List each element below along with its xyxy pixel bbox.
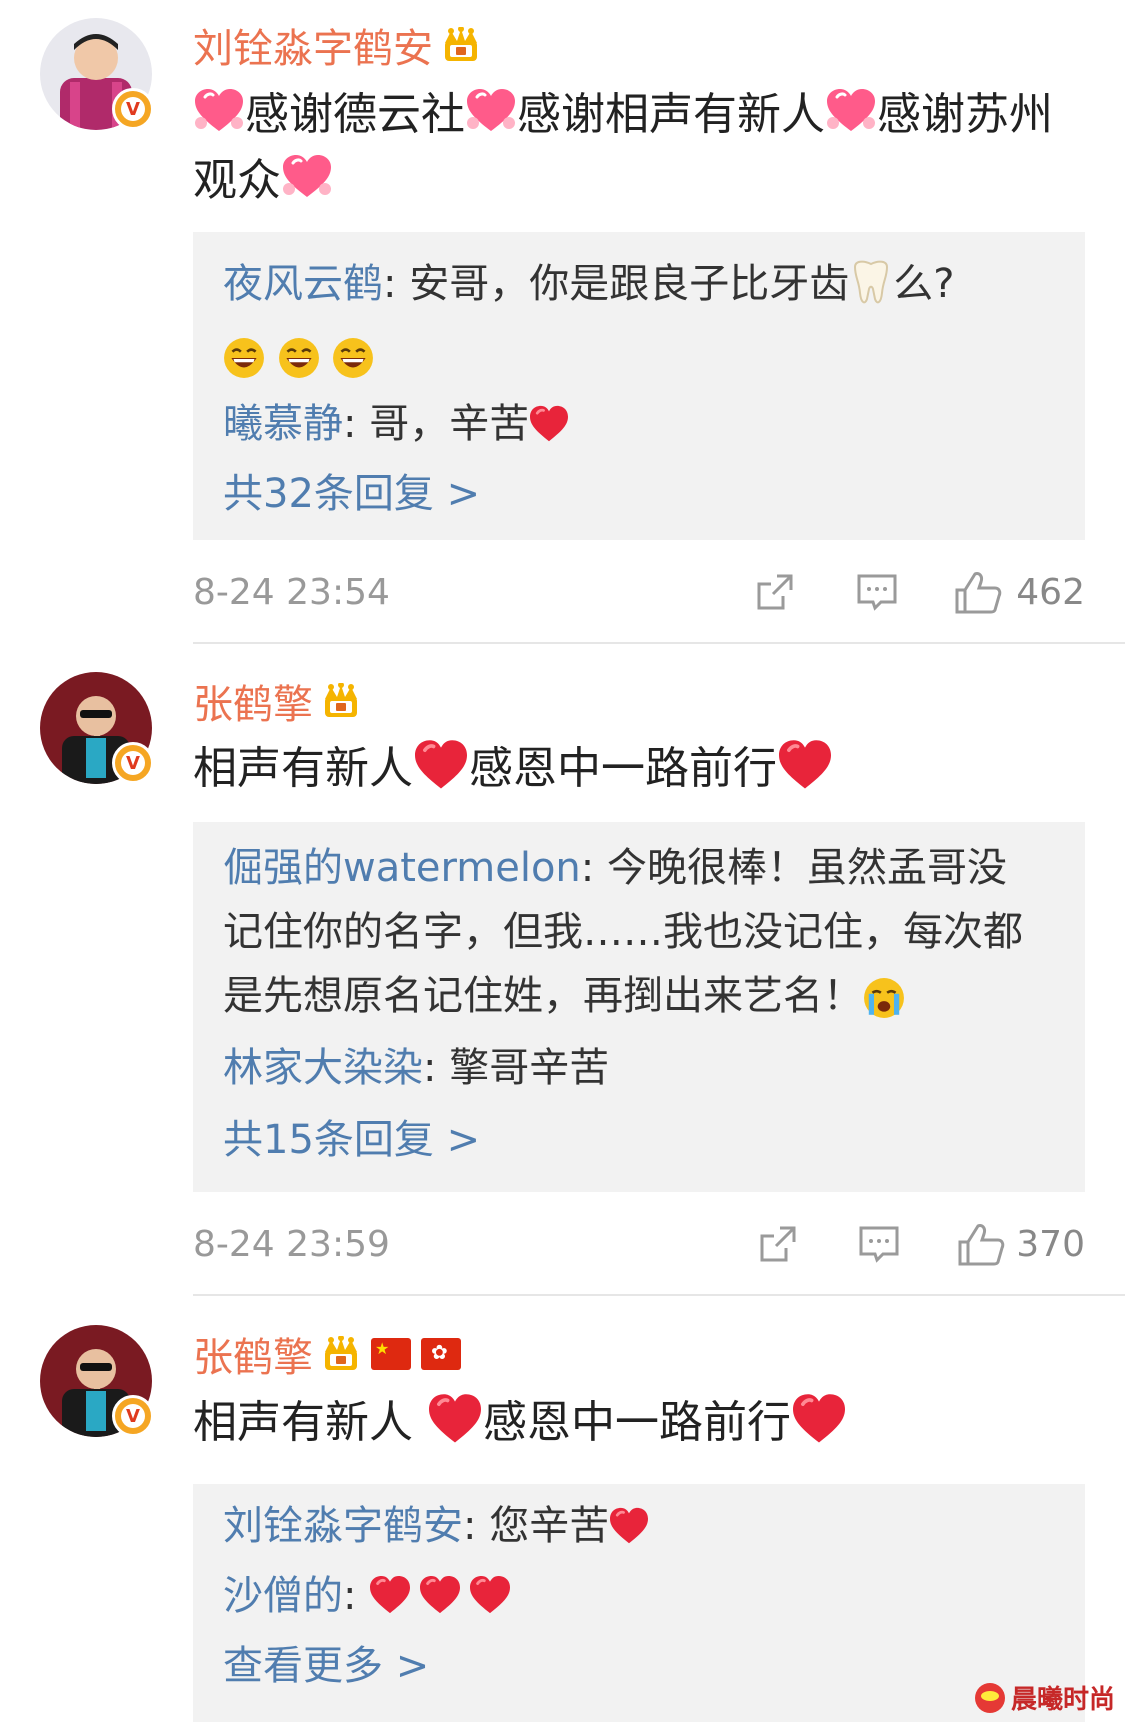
text-part: 感恩中一路前行: [483, 1397, 791, 1448]
laugh-icon: [332, 337, 375, 379]
like-count: 462: [1016, 572, 1085, 613]
heart-icon: [469, 1575, 512, 1615]
laugh-emoji-row: [223, 324, 1063, 388]
hk-flag-icon: [421, 1338, 461, 1370]
reply-item[interactable]: 曦慕静: 哥，辛苦: [223, 392, 1063, 456]
reply-item[interactable]: 刘铨淼字鹤安: 您辛苦: [223, 1494, 1063, 1558]
comment-icon[interactable]: [857, 1222, 901, 1266]
comment-text: 相声有新人 感恩中一路前行: [193, 1390, 1073, 1456]
china-flag-icon: [371, 1338, 411, 1370]
text-part: 感恩中一路前行: [469, 743, 777, 794]
reply-text: 是先想原名记住姓，再捯出来艺名！: [223, 973, 863, 1019]
reply-box[interactable]: 倔强的watermelon: 今晚很棒！虽然孟哥没 记住你的名字，但我……我也没…: [193, 822, 1085, 1192]
heart-icon: [413, 739, 469, 791]
reply-item[interactable]: 沙僧的:: [223, 1564, 1063, 1628]
verified-v-icon: V: [112, 742, 154, 784]
reply-item[interactable]: 夜风云鹤: 安哥，你是跟良子比牙齿 么?: [223, 252, 1063, 316]
watermark-text: 晨曦时尚: [1010, 1685, 1115, 1715]
reply-text-continued: 是先想原名记住姓，再捯出来艺名！: [223, 964, 1063, 1028]
reply-text: : 今晚很棒！虽然孟哥没: [580, 845, 1007, 891]
timestamp: 8-24 23:59: [193, 1224, 390, 1265]
reply-text-continued: 记住你的名字，但我……我也没记住，每次都: [223, 909, 1023, 955]
crown-icon: [325, 683, 357, 717]
text-part: 感谢相声有新人: [517, 89, 825, 140]
heart-icon: [777, 739, 833, 791]
laugh-icon: [223, 337, 265, 379]
reply-box[interactable]: 刘铨淼字鹤安: 您辛苦 沙僧的: 查看更多 >: [193, 1484, 1085, 1722]
reply-text: : 擎哥辛苦: [423, 1045, 610, 1091]
reply-item[interactable]: 林家大染染: 擎哥辛苦: [223, 1036, 1063, 1100]
verified-v-icon: V: [112, 1395, 154, 1437]
crown-icon: [325, 1336, 357, 1370]
reply-author[interactable]: 曦慕静: [223, 401, 343, 447]
share-icon[interactable]: [756, 1222, 800, 1266]
heart-icon: [791, 1393, 847, 1445]
reply-text: :: [343, 1573, 370, 1619]
cry-icon: [864, 978, 904, 1018]
reply-author[interactable]: 林家大染染: [223, 1045, 423, 1091]
heart-icon: [529, 405, 570, 443]
avatar[interactable]: V: [40, 1325, 154, 1437]
pink-heart-icon: [825, 87, 877, 133]
avatar[interactable]: V: [40, 18, 154, 130]
text-part: 相声有新人: [193, 743, 413, 794]
reply-text: : 哥，辛苦: [343, 401, 530, 447]
comment-text: 相声有新人 感恩中一路前行: [193, 736, 1073, 802]
heart-icon: [369, 1575, 412, 1615]
pink-heart-icon: [281, 153, 333, 199]
reply-text: : 安哥，你是跟良子比牙齿: [383, 261, 850, 307]
username-label[interactable]: 张鹤擎: [193, 1325, 313, 1383]
heart-icon: [419, 1575, 462, 1615]
text-part: 相声有新人: [193, 1397, 427, 1448]
username[interactable]: 张鹤擎: [193, 1325, 461, 1383]
tooth-icon: [854, 260, 889, 304]
share-icon[interactable]: [753, 570, 797, 614]
divider: [193, 642, 1125, 644]
like-count: 370: [1016, 1224, 1085, 1265]
like-icon[interactable]: [953, 570, 1003, 614]
username-label[interactable]: 张鹤擎: [193, 672, 313, 730]
comment-meta: 8-24 23:54 462: [193, 564, 1085, 624]
reply-box[interactable]: 夜风云鹤: 安哥，你是跟良子比牙齿 么? 曦慕静: 哥，辛苦 共32条回复 >: [193, 232, 1085, 540]
reply-text: : 您辛苦: [463, 1503, 610, 1549]
reply-item[interactable]: 倔强的watermelon: 今晚很棒！虽然孟哥没: [223, 836, 1063, 900]
comment-icon[interactable]: [855, 570, 899, 614]
avatar[interactable]: V: [40, 672, 154, 784]
heart-icon: [609, 1507, 650, 1545]
watermark: 晨曦时尚: [974, 1679, 1115, 1716]
username-label[interactable]: 刘铨淼字鹤安: [193, 16, 433, 74]
reply-author[interactable]: 沙僧的: [223, 1573, 343, 1619]
verified-v-icon: V: [112, 88, 154, 130]
pink-heart-icon: [465, 87, 517, 133]
pink-heart-icon: [193, 87, 245, 133]
username[interactable]: 刘铨淼字鹤安: [193, 16, 481, 74]
divider: [193, 1294, 1125, 1296]
crown-icon: [445, 27, 477, 61]
username[interactable]: 张鹤擎: [193, 672, 361, 730]
more-replies-link[interactable]: 共15条回复 >: [223, 1108, 1063, 1172]
comment-text: 感谢德云社 感谢相声有新人 感谢苏州观众: [193, 82, 1073, 214]
see-more-link[interactable]: 查看更多 >: [223, 1634, 1063, 1698]
laugh-icon: [277, 337, 320, 379]
timestamp: 8-24 23:54: [193, 572, 390, 613]
like-icon[interactable]: [956, 1222, 1006, 1266]
reply-author[interactable]: 倔强的watermelon: [223, 845, 581, 891]
text-part: 感谢德云社: [245, 89, 465, 140]
reply-author[interactable]: 刘铨淼字鹤安: [223, 1503, 463, 1549]
comment-meta: 8-24 23:59 370: [193, 1216, 1085, 1276]
watermark-logo-icon: [974, 1682, 1005, 1713]
reply-text-end: 么?: [893, 261, 955, 307]
reply-author[interactable]: 夜风云鹤: [223, 261, 383, 307]
more-replies-link[interactable]: 共32条回复 >: [223, 462, 1063, 526]
heart-icon: [427, 1393, 483, 1445]
